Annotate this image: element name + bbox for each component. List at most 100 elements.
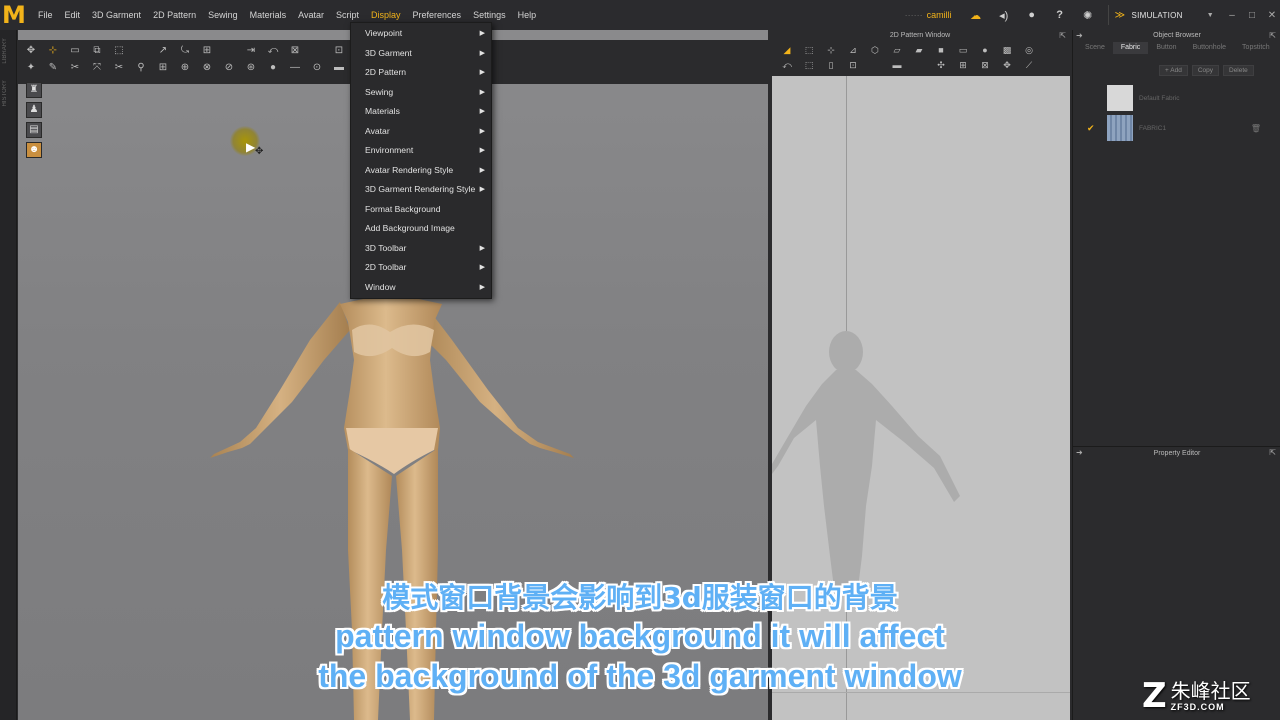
pattern-tool-icon[interactable]: ⬚: [802, 59, 816, 72]
tab-topstitch[interactable]: Topstitch: [1234, 42, 1278, 54]
pattern-tool-icon[interactable]: ◢: [780, 44, 794, 57]
submenu-arrow-icon: ▶: [479, 88, 485, 96]
user-name[interactable]: camilli: [927, 10, 952, 20]
pattern-tool-icon[interactable]: ⬡: [868, 44, 882, 57]
expand-panel-icon[interactable]: ⇱: [1269, 448, 1276, 457]
move-cursor-icon: ✥: [255, 146, 264, 157]
simulation-icon: ≫: [1114, 9, 1126, 21]
tab-buttonhole[interactable]: Buttonhole: [1185, 42, 1234, 54]
tab-fabric[interactable]: Fabric: [1112, 42, 1149, 54]
menu-item-avatar[interactable]: Avatar ▶: [351, 122, 491, 142]
menu-item-label: Environment: [365, 145, 414, 155]
submenu-arrow-icon: ▶: [479, 30, 485, 37]
menu-item-viewpoint[interactable]: Viewpoint ▶: [351, 24, 491, 44]
tab-button[interactable]: Button: [1148, 42, 1184, 54]
menu-file[interactable]: File: [32, 0, 59, 30]
pattern-tool-icon[interactable]: ⬚: [802, 44, 816, 57]
tab-history[interactable]: HISTORY: [2, 80, 8, 106]
tab-library[interactable]: LIBRARY: [2, 38, 8, 64]
menu-item-materials[interactable]: Materials ▶: [351, 102, 491, 122]
object-browser-tabs: Scene Fabric Button Buttonhole Topstitch: [1077, 42, 1277, 54]
submenu-arrow-icon: ▶: [479, 186, 485, 193]
expand-panel-icon[interactable]: ⇱: [1269, 31, 1276, 40]
list-item[interactable]: Default Fabric: [1087, 84, 1277, 112]
subtitle-chinese: 模式窗口背景会影响到3d服装窗口的背景: [382, 581, 898, 614]
pattern-tool-icon[interactable]: ■: [934, 44, 948, 57]
menu-3d-garment[interactable]: 3D Garment: [86, 0, 147, 30]
subtitle-english-line-1: pattern window background it will affect: [335, 618, 945, 654]
pattern-tool-icon[interactable]: ⊡: [846, 59, 860, 72]
menu-item-label: 3D Garment: [365, 47, 412, 58]
cloud-sync-icon[interactable]: ☁: [967, 6, 985, 24]
object-browser-actions: + Add Copy Delete: [1159, 65, 1254, 76]
object-browser-title: Object Browser: [1153, 32, 1201, 39]
menu-edit[interactable]: Edit: [59, 0, 87, 30]
gear-icon[interactable]: ✺: [1079, 6, 1097, 24]
menu-item-3d-garment-rendering-style[interactable]: 3D Garment Rendering Style ▶: [351, 180, 491, 200]
menu-materials[interactable]: Materials: [244, 0, 293, 30]
watermark-url: ZF3D.COM: [1170, 702, 1225, 712]
menu-item-label: Avatar Rendering Style: [365, 164, 454, 175]
menu-item-format-background[interactable]: Format Background: [351, 200, 491, 220]
menu-item-sewing[interactable]: Sewing ▶: [351, 83, 491, 103]
menu-item-3d-garment[interactable]: 3D Garment ▶: [351, 44, 491, 64]
pattern-tool-icon[interactable]: ●: [978, 44, 992, 57]
user-icon[interactable]: ●: [1023, 6, 1041, 24]
menu-item-add-background-image[interactable]: Add Background Image: [351, 219, 491, 239]
menu-item-2d-pattern[interactable]: 2D Pattern ▶: [351, 63, 491, 83]
menu-item-environment[interactable]: Environment ▶: [351, 141, 491, 161]
pattern-tool-icon[interactable]: ⊹: [824, 44, 838, 57]
menu-sewing[interactable]: Sewing: [202, 0, 244, 30]
minimize-icon[interactable]: –: [1224, 10, 1240, 21]
pattern-tool-icon[interactable]: ⟋: [1022, 59, 1036, 72]
pattern-tool-icon[interactable]: ▯: [824, 59, 838, 72]
help-icon[interactable]: ?: [1051, 6, 1069, 24]
app-logo[interactable]: M: [2, 3, 26, 27]
arrow-right-icon[interactable]: ➜: [1076, 448, 1083, 457]
menu-2d-pattern[interactable]: 2D Pattern: [147, 0, 202, 30]
pattern-tool-icon[interactable]: ⤺: [780, 59, 794, 72]
add-fabric-button[interactable]: + Add: [1159, 65, 1188, 76]
submenu-arrow-icon: ▶: [479, 127, 485, 135]
pattern-tool-icon[interactable]: ⊿: [846, 44, 860, 57]
tab-scene[interactable]: Scene: [1077, 42, 1113, 54]
close-icon[interactable]: ✕: [1264, 10, 1280, 21]
menu-item-label: 3D Garment Rendering Style: [365, 184, 476, 194]
pattern-tool-icon[interactable]: ▭: [956, 44, 970, 57]
menu-item-label: Sewing: [365, 86, 394, 97]
list-item[interactable]: ✔ FABRIC1 🗑: [1087, 114, 1277, 142]
expand-window-icon[interactable]: ⇱: [1059, 31, 1066, 40]
menu-item-label: Add Background Image: [365, 223, 455, 233]
pattern-tool-icon[interactable]: ▬: [890, 59, 904, 72]
pattern-tool-icon[interactable]: ⊞: [956, 59, 970, 72]
pattern-tool-icon[interactable]: ✥: [1000, 59, 1014, 72]
property-editor-title: Property Editor: [1073, 446, 1280, 460]
mouse-cursor-icon: ▶: [246, 140, 256, 154]
2d-pattern-window-title: 2D Pattern Window: [889, 32, 951, 39]
check-icon: ✔: [1087, 122, 1095, 133]
fabric-swatch: [1107, 85, 1133, 111]
status-area: ······ camilli ☁ ◂) ● ? ✺ ≫ SIMULATION ▼…: [905, 0, 1280, 30]
pattern-tool-icon[interactable]: ✣: [934, 59, 948, 72]
trash-icon[interactable]: 🗑: [1251, 124, 1261, 133]
menu-avatar[interactable]: Avatar: [292, 0, 330, 30]
pattern-tool-icon[interactable]: ◎: [1022, 44, 1036, 57]
menu-item-2d-toolbar[interactable]: 2D Toolbar ▶: [351, 258, 491, 278]
copy-fabric-button[interactable]: Copy: [1191, 65, 1219, 76]
menu-item-window[interactable]: Window ▶: [351, 278, 491, 298]
maximize-icon[interactable]: □: [1244, 10, 1260, 21]
pattern-tool-icon[interactable]: ▩: [1000, 44, 1014, 57]
pattern-tool-icon[interactable]: ▱: [890, 44, 904, 57]
menu-item-label: 3D Toolbar: [365, 242, 407, 253]
submenu-arrow-icon: ▶: [479, 49, 485, 57]
menu-item-3d-toolbar[interactable]: 3D Toolbar ▶: [351, 239, 491, 259]
menu-item-label: Viewpoint: [365, 28, 403, 38]
pattern-tool-icon[interactable]: ▰: [912, 44, 926, 57]
pattern-tool-icon[interactable]: ⊠: [978, 59, 992, 72]
speaker-icon[interactable]: ◂): [995, 6, 1013, 24]
menu-item-avatar-rendering-style[interactable]: Avatar Rendering Style ▶: [351, 161, 491, 181]
delete-fabric-button[interactable]: Delete: [1223, 65, 1254, 76]
menu-help[interactable]: Help: [512, 0, 543, 30]
menu-item-label: 2D Pattern: [365, 67, 407, 77]
simulation-mode-select[interactable]: ≫ SIMULATION ▼: [1107, 5, 1220, 25]
